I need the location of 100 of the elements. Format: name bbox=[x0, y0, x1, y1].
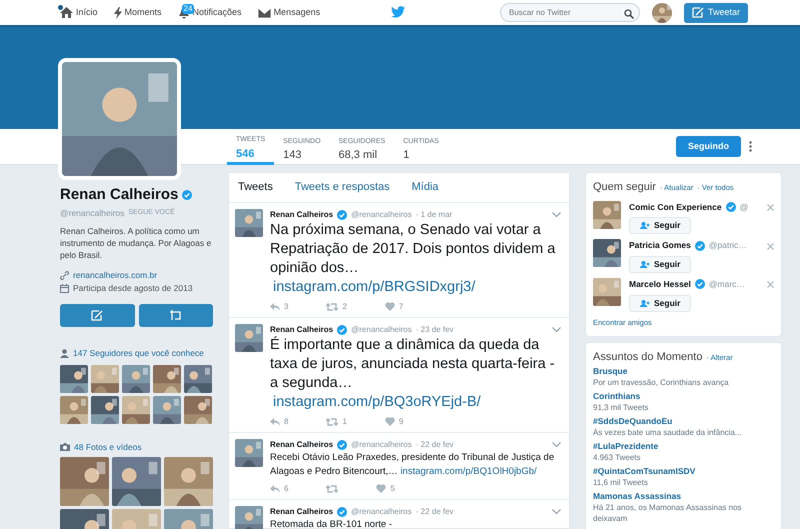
close-icon bbox=[767, 204, 774, 211]
suggested-user-name: Patricia Gomes bbox=[629, 239, 691, 252]
verified-icon bbox=[337, 324, 348, 334]
verified-icon bbox=[694, 240, 705, 251]
calendar-icon bbox=[60, 284, 69, 293]
trend-description: Às vezes bate uma saudade da infância... bbox=[593, 426, 743, 438]
like-count: 9 bbox=[398, 416, 404, 428]
suggested-user-name: Comic Con Experience bbox=[629, 200, 722, 214]
verified-icon bbox=[694, 279, 705, 290]
heart-icon bbox=[384, 417, 395, 426]
verified-icon bbox=[726, 202, 736, 212]
reply-icon bbox=[270, 418, 280, 426]
close-icon bbox=[767, 242, 774, 250]
follow-button[interactable]: Seguir bbox=[629, 256, 692, 273]
tweet-to-button[interactable] bbox=[60, 304, 134, 327]
tweet-author: Renan Calheiros bbox=[270, 324, 334, 336]
verified-icon bbox=[182, 190, 192, 200]
tweet-text: Retomada da BR-101 norte - bbox=[270, 518, 393, 529]
bird-logo-icon bbox=[391, 6, 406, 18]
nav-tab[interactable]: Mensagens bbox=[258, 6, 320, 20]
link-icon bbox=[60, 271, 69, 280]
website-link[interactable]: renancalheiros.com.br bbox=[73, 269, 158, 282]
chevron-icon bbox=[552, 442, 561, 447]
trend-description: 91,3 mil Tweets bbox=[593, 402, 650, 413]
search-icon bbox=[624, 9, 634, 20]
followers-you-know-link[interactable]: 147 Seguidores que você conhece bbox=[73, 346, 204, 360]
follow-person-icon bbox=[640, 300, 650, 307]
lightning-icon bbox=[114, 6, 122, 18]
tweet-handle: @renancalheiros bbox=[351, 324, 412, 336]
tweet-author: Renan Calheiros bbox=[270, 506, 334, 518]
reply-count: 8 bbox=[284, 416, 288, 428]
trend-name[interactable]: Brusque bbox=[593, 366, 774, 377]
reply-count: 3 bbox=[284, 300, 288, 312]
follow-button[interactable]: Seguir bbox=[629, 294, 692, 312]
retweet-count: 2 bbox=[342, 300, 347, 312]
camera-icon bbox=[60, 442, 70, 451]
chevron-icon bbox=[552, 508, 561, 514]
notification-count: 24 bbox=[182, 4, 194, 14]
tweet-link[interactable]: instagram.com/p/BQ1OlH0jbGb/ bbox=[400, 466, 537, 476]
tweet-handle: @renancalheiros bbox=[351, 208, 412, 220]
tweet-button[interactable]: Tweetar bbox=[684, 2, 748, 22]
tweet-date: · 1 de mar bbox=[416, 208, 452, 220]
trend-name[interactable]: Corinthians bbox=[593, 390, 774, 402]
home-icon bbox=[60, 7, 73, 18]
following-button[interactable]: Seguindo bbox=[676, 136, 741, 157]
tweet-date: · 23 de fev bbox=[416, 324, 454, 336]
photos-videos-link[interactable]: 48 Fotos e vídeos bbox=[74, 440, 142, 454]
suggested-user-handle: @ bbox=[740, 200, 748, 214]
compose-icon bbox=[91, 310, 104, 321]
nav-tab[interactable]: Início bbox=[60, 6, 98, 20]
reply-count: 6 bbox=[284, 482, 288, 494]
envelope-icon bbox=[258, 8, 271, 18]
search-field[interactable]: Buscar no Twitter bbox=[500, 3, 640, 22]
timeline-tab[interactable]: Tweets e respostas bbox=[294, 179, 390, 196]
chevron-icon bbox=[552, 326, 561, 332]
tweet-text: É importante que a dinâmica da queda da taxa de juros, anunciada nesta quarta-feira - a segunda… bbox=[270, 336, 556, 392]
timeline-tab[interactable]: Mídia bbox=[412, 179, 439, 196]
heart-icon bbox=[384, 302, 395, 311]
timeline-tab[interactable]: Tweets bbox=[238, 179, 273, 196]
follow-button[interactable]: Seguir bbox=[629, 217, 692, 234]
trend-name[interactable]: #LulaPrezidente bbox=[593, 440, 774, 452]
tweet-link[interactable]: instagram.com/p/BQ3oRYEjd-B/ bbox=[273, 394, 481, 410]
suggested-user-handle: @marc… bbox=[708, 278, 745, 291]
verified-icon bbox=[337, 210, 348, 220]
tweet-handle: @renancalheiros bbox=[351, 506, 412, 518]
reply-icon bbox=[270, 302, 280, 310]
suggested-user-handle: @patric… bbox=[708, 239, 747, 252]
message-button[interactable] bbox=[138, 304, 213, 327]
reply-icon bbox=[270, 484, 280, 492]
tweet-date: · 22 de fev bbox=[416, 506, 454, 518]
panel-title: Quem seguir bbox=[593, 180, 656, 195]
person-icon bbox=[60, 348, 69, 358]
profile-name: Renan Calheiros bbox=[60, 185, 178, 205]
tweet-link[interactable]: instagram.com/p/BRGSIDxgrj3/ bbox=[273, 278, 476, 294]
trend-description: 11,6 mil Tweets bbox=[593, 476, 649, 488]
heart-icon bbox=[376, 484, 386, 493]
tweet-text: Recebi Otávio Leão Praxedes, presidente do Tribunal de Justiça de Alagoas e Pedro Bitencourt,… instagram.com/p/BQ1OlH0jbGb/ bbox=[270, 450, 556, 478]
nav-tab[interactable]: Moments bbox=[114, 6, 162, 20]
trend-name[interactable]: #SddsDeQuandoEu bbox=[593, 416, 774, 427]
panel-title: Assuntos do Momento bbox=[593, 350, 702, 366]
tweet-handle: @renancalheiros bbox=[351, 438, 412, 450]
chevron-icon bbox=[552, 212, 561, 217]
verified-icon bbox=[337, 506, 348, 516]
follow-person-icon bbox=[640, 261, 650, 268]
compose-icon bbox=[692, 7, 704, 18]
like-count: 5 bbox=[390, 482, 395, 494]
trend-name[interactable]: #QuintaComTsunamISDV bbox=[593, 466, 774, 477]
join-date: Participa desde agosto de 2013 bbox=[73, 282, 193, 295]
trend-name[interactable]: Mamonas Assassinas bbox=[593, 490, 774, 502]
tweet-author: Renan Calheiros bbox=[270, 208, 334, 220]
retweet-count: 1 bbox=[342, 416, 347, 428]
trend-description: 4.963 Tweets bbox=[593, 452, 642, 463]
profile-handle: @renancalheiros bbox=[60, 206, 124, 220]
tweet-author: Renan Calheiros bbox=[270, 438, 334, 450]
suggested-user-name: Marcelo Hessel bbox=[629, 278, 691, 291]
more-icon bbox=[749, 141, 752, 152]
trend-description: Por um travessão, Corinthians avança bbox=[593, 376, 730, 388]
like-count: 7 bbox=[398, 300, 404, 312]
trend-description: Há 21 anos, os Mamonas Assassinas nos deixavam bbox=[593, 502, 743, 524]
tweet-text: Na próxima semana, o Senado vai votar a Repatriação de 2017. Dois pontos dividem a opinião dos… bbox=[270, 220, 556, 278]
